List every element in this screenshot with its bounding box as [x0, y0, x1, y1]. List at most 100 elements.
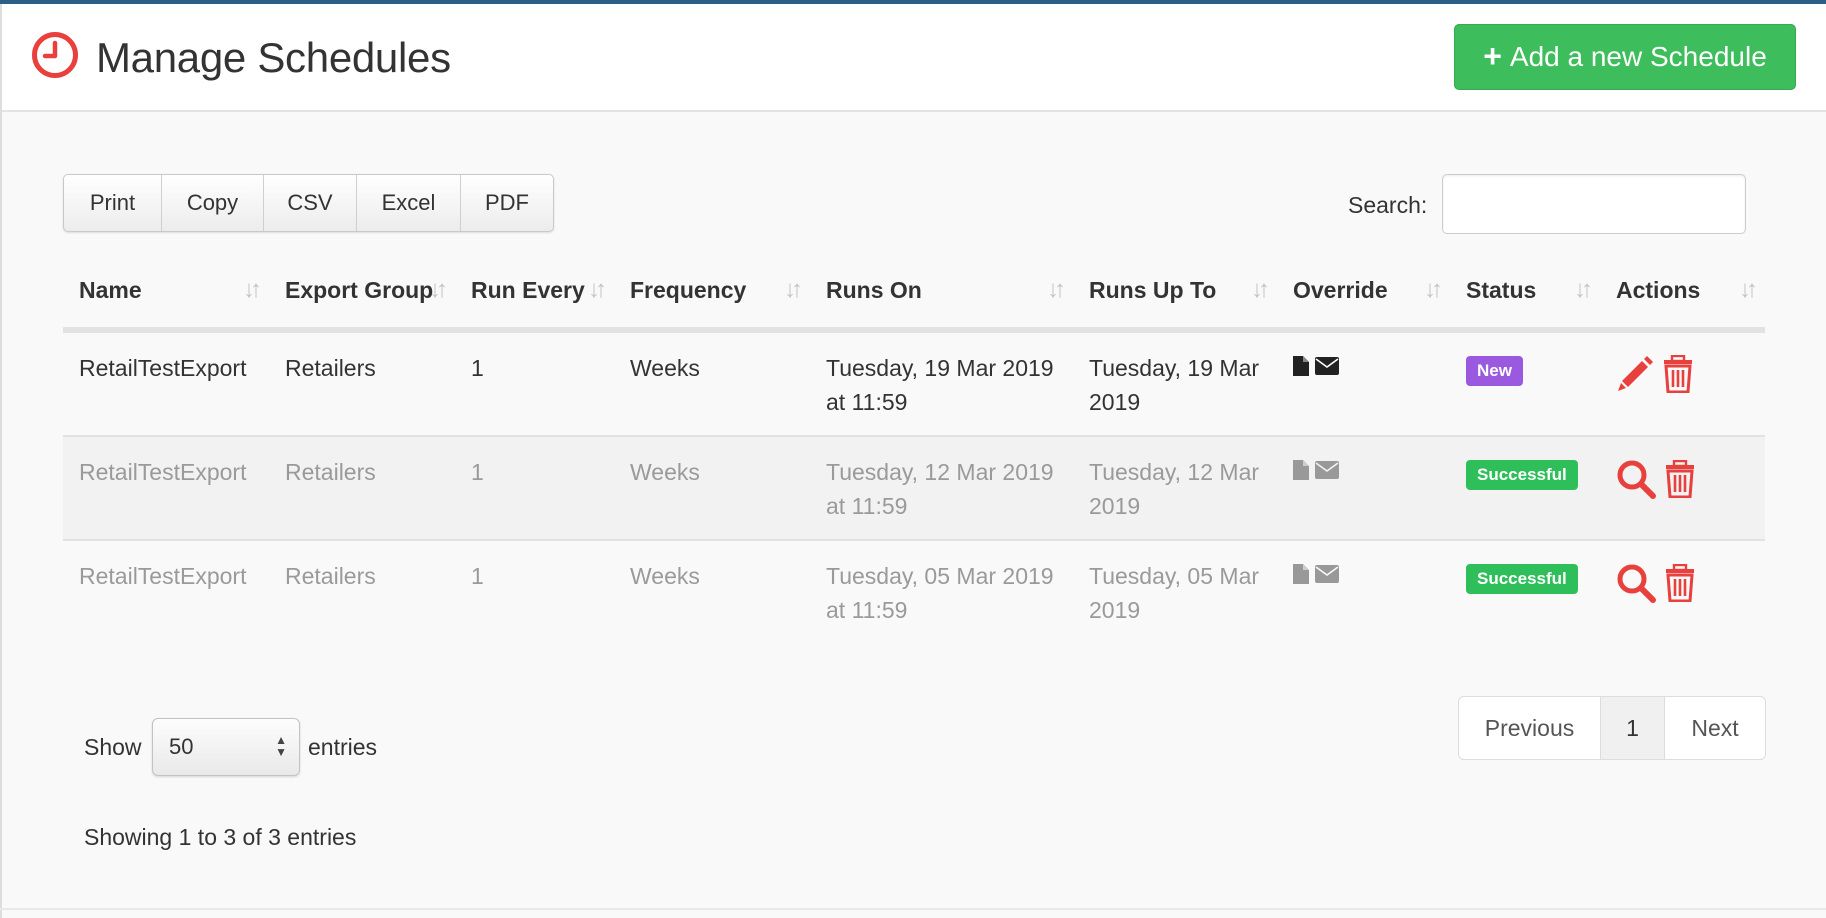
- clock-icon: [32, 32, 78, 78]
- table-header-row: Name ↓↑ Export Group ↓↑ Run Every ↓↑ Freque…: [63, 242, 1765, 333]
- column-header-label: Actions: [1616, 277, 1701, 303]
- status-badge: Successful: [1466, 460, 1578, 490]
- bottom-divider: [0, 908, 1826, 910]
- envelope-icon: [1315, 461, 1339, 479]
- add-schedule-button[interactable]: + Add a new Schedule: [1454, 24, 1796, 90]
- csv-button[interactable]: CSV: [264, 175, 357, 231]
- sort-icon: ↓↑: [1251, 276, 1270, 303]
- content-area: Print Copy CSV Excel PDF Search: Name ↓↑ …: [2, 112, 1826, 918]
- cell-runs-on: Tuesday, 19 Mar 2019 at 11:59: [810, 330, 1073, 437]
- status-badge: Successful: [1466, 564, 1578, 594]
- entries-label: entries: [308, 734, 378, 760]
- page-title: Manage Schedules: [96, 34, 451, 81]
- sort-icon: ↓↑: [1047, 276, 1066, 303]
- cell-run-every: 1: [455, 540, 614, 643]
- column-header-actions[interactable]: Actions ↓↑: [1600, 242, 1765, 333]
- trash-icon[interactable]: [1662, 355, 1694, 393]
- next-page-button[interactable]: Next: [1665, 697, 1765, 759]
- cell-status: Successful: [1450, 540, 1600, 643]
- cell-frequency: Weeks: [614, 540, 810, 643]
- cell-name: RetailTestExport: [63, 330, 269, 437]
- column-header-label: Frequency: [630, 277, 747, 303]
- pdf-button[interactable]: PDF: [461, 175, 553, 231]
- file-icon: [1293, 460, 1309, 480]
- column-header-label: Status: [1466, 277, 1537, 303]
- pagination: Previous 1 Next: [1458, 696, 1766, 760]
- table-info: Showing 1 to 3 of 3 entries: [84, 824, 357, 850]
- search-label: Search:: [1348, 192, 1428, 218]
- cell-runs-on: Tuesday, 05 Mar 2019 at 11:59: [810, 540, 1073, 643]
- column-header-runs-on[interactable]: Runs On ↓↑: [810, 242, 1073, 333]
- column-header-label: Runs Up To: [1089, 277, 1217, 303]
- search-input[interactable]: [1442, 174, 1746, 234]
- column-header-name[interactable]: Name ↓↑: [63, 242, 269, 333]
- sort-icon: ↓↑: [1739, 276, 1758, 303]
- sort-icon: ↓↑: [243, 276, 262, 303]
- column-header-label: Name: [79, 277, 142, 303]
- table-row: RetailTestExport Retailers 1 Weeks Tuesd…: [63, 330, 1765, 437]
- cell-actions: [1600, 330, 1765, 437]
- file-icon: [1293, 356, 1309, 376]
- cell-runs-up-to: Tuesday, 12 Mar 2019: [1073, 436, 1277, 541]
- excel-button[interactable]: Excel: [357, 175, 461, 231]
- sort-icon: ↓↑: [429, 276, 448, 303]
- export-button-group: Print Copy CSV Excel PDF: [63, 174, 554, 232]
- search-icon[interactable]: [1616, 563, 1656, 603]
- print-button[interactable]: Print: [64, 175, 162, 231]
- search-icon[interactable]: [1616, 459, 1656, 499]
- column-header-run-every[interactable]: Run Every ↓↑: [455, 242, 614, 333]
- column-header-label: Runs On: [826, 277, 922, 303]
- column-header-frequency[interactable]: Frequency ↓↑: [614, 242, 810, 333]
- table-row: RetailTestExport Retailers 1 Weeks Tuesd…: [63, 540, 1765, 643]
- page-size-value: 50: [169, 734, 194, 759]
- cell-export-group: Retailers: [269, 436, 455, 541]
- column-header-export-group[interactable]: Export Group ↓↑: [269, 242, 455, 333]
- cell-runs-on: Tuesday, 12 Mar 2019 at 11:59: [810, 436, 1073, 541]
- cell-export-group: Retailers: [269, 330, 455, 437]
- cell-name: RetailTestExport: [63, 436, 269, 541]
- cell-actions: [1600, 436, 1765, 541]
- envelope-icon: [1315, 357, 1339, 375]
- page-1-button[interactable]: 1: [1601, 697, 1665, 759]
- page-size-select[interactable]: 50 ▲ ▼: [152, 718, 300, 776]
- cell-runs-up-to: Tuesday, 19 Mar 2019: [1073, 330, 1277, 437]
- previous-page-button[interactable]: Previous: [1459, 697, 1601, 759]
- file-icon: [1293, 564, 1309, 584]
- sort-icon: ↓↑: [1574, 276, 1593, 303]
- column-header-label: Export Group: [285, 277, 434, 303]
- main-panel: Manage Schedules + Add a new Schedule Pr…: [0, 4, 1826, 918]
- schedules-table: Name ↓↑ Export Group ↓↑ Run Every ↓↑ Freque…: [63, 242, 1765, 643]
- pencil-icon[interactable]: [1616, 355, 1654, 393]
- cell-name: RetailTestExport: [63, 540, 269, 643]
- column-header-runs-up-to[interactable]: Runs Up To ↓↑: [1073, 242, 1277, 333]
- trash-icon[interactable]: [1664, 564, 1696, 602]
- column-header-status[interactable]: Status ↓↑: [1450, 242, 1600, 333]
- cell-status: New: [1450, 330, 1600, 437]
- column-header-label: Run Every: [471, 277, 585, 303]
- cell-run-every: 1: [455, 330, 614, 437]
- select-arrows-icon: ▲ ▼: [275, 733, 287, 759]
- sort-icon: ↓↑: [1424, 276, 1443, 303]
- status-badge: New: [1466, 356, 1523, 386]
- cell-runs-up-to: Tuesday, 05 Mar 2019: [1073, 540, 1277, 643]
- cell-override: [1277, 436, 1450, 541]
- trash-icon[interactable]: [1664, 460, 1696, 498]
- cell-frequency: Weeks: [614, 436, 810, 541]
- column-header-override[interactable]: Override ↓↑: [1277, 242, 1450, 333]
- cell-override: [1277, 330, 1450, 437]
- cell-export-group: Retailers: [269, 540, 455, 643]
- copy-button[interactable]: Copy: [162, 175, 264, 231]
- cell-run-every: 1: [455, 436, 614, 541]
- cell-actions: [1600, 540, 1765, 643]
- table-row: RetailTestExport Retailers 1 Weeks Tuesd…: [63, 436, 1765, 541]
- add-schedule-label: Add a new Schedule: [1509, 41, 1767, 72]
- envelope-icon: [1315, 565, 1339, 583]
- sort-icon: ↓↑: [784, 276, 803, 303]
- column-header-label: Override: [1293, 277, 1388, 303]
- cell-frequency: Weeks: [614, 330, 810, 437]
- sort-icon: ↓↑: [588, 276, 607, 303]
- page-header: Manage Schedules + Add a new Schedule: [2, 4, 1826, 112]
- cell-status: Successful: [1450, 436, 1600, 541]
- plus-icon: +: [1483, 37, 1502, 74]
- cell-override: [1277, 540, 1450, 643]
